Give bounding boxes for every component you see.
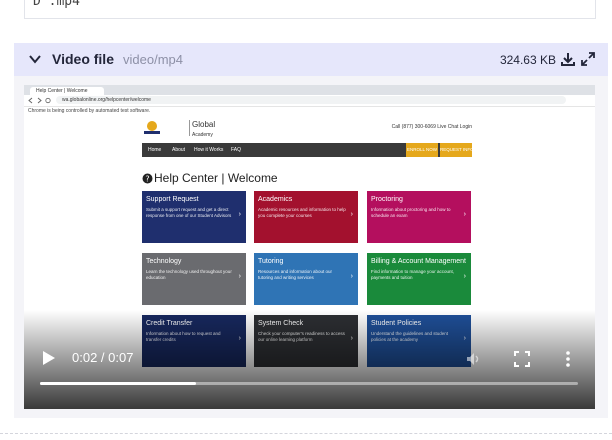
- logo-divider: [189, 120, 190, 136]
- volume-icon[interactable]: [466, 351, 482, 367]
- file-label: Video file: [52, 51, 114, 67]
- academy-logo-icon: [144, 121, 160, 134]
- chevron-right-icon: ›: [238, 335, 241, 342]
- help-tile-title: Proctoring: [371, 196, 403, 203]
- help-tile: Billing & Account Management Find informa…: [367, 253, 471, 305]
- site-nav-item: FAQ: [231, 147, 242, 153]
- help-tile: Tutoring Resources and information about …: [254, 253, 358, 305]
- progress-bar[interactable]: [40, 382, 578, 385]
- play-icon[interactable]: [42, 350, 56, 366]
- question-circle-icon: ?: [142, 173, 153, 184]
- chevron-right-icon: ›: [350, 273, 353, 280]
- automation-notice: Chrome is being controlled by automated …: [28, 108, 151, 114]
- site-nav-item: About: [172, 147, 186, 153]
- help-tile: Technology Learn the technology used thro…: [142, 253, 246, 305]
- logo-text: Global Academy: [192, 120, 215, 140]
- recorded-site: Global Academy Call (877) 300-6069 Live …: [142, 119, 474, 409]
- help-tile: System Check Check your computer's readin…: [254, 315, 358, 367]
- chevron-right-icon: ›: [238, 273, 241, 280]
- help-tile: Credit Transfer Information about how to …: [142, 315, 246, 367]
- time-display: 0:02 / 0:07: [72, 350, 134, 365]
- recorded-browser-tabbar: Help Center | Welcome: [24, 85, 595, 95]
- download-icon[interactable]: [560, 51, 576, 67]
- help-tile-desc: Information about proctoring and how to …: [371, 207, 451, 218]
- help-tile-title: Tutoring: [258, 258, 284, 265]
- logo-sub: Academy: [192, 132, 213, 138]
- help-tile-title: Academics: [258, 196, 293, 203]
- help-tile-desc: Find information to manage your account,…: [371, 269, 455, 280]
- file-header[interactable]: Video file video/mp4 324.63 KB: [14, 43, 608, 76]
- expand-icon[interactable]: [580, 51, 596, 67]
- chevron-right-icon: ›: [238, 211, 241, 218]
- help-tile-title: Technology: [146, 258, 182, 265]
- enroll-button: ENROLL NOW: [406, 143, 438, 157]
- logo-main: Global: [192, 120, 216, 129]
- help-tile-title: Support Request: [146, 196, 199, 203]
- contact-bar: Call (877) 300-6069 Live Chat Login: [391, 124, 472, 130]
- chevron-right-icon: ›: [350, 211, 353, 218]
- help-tile: Academics Academic resources and informat…: [254, 191, 358, 243]
- help-tile-desc: Submit a support request and get a direc…: [146, 207, 232, 218]
- svg-text:?: ?: [145, 174, 149, 183]
- file-mime-type: video/mp4: [123, 52, 183, 67]
- chevron-right-icon: ›: [350, 335, 353, 342]
- video-file-panel: Video file video/mp4 324.63 KB Help Cent…: [14, 43, 608, 418]
- chevron-right-icon: ›: [463, 273, 466, 280]
- help-tile-title: Student Policies: [371, 320, 422, 327]
- browser-nav-icon: [28, 97, 51, 104]
- recorded-browser-tab: Help Center | Welcome: [30, 87, 104, 95]
- help-tile-desc: Understand the guidelines and student po…: [371, 331, 449, 342]
- help-tile-desc: Resources and information about our tuto…: [258, 269, 333, 280]
- help-tile-title: Billing & Account Management: [371, 258, 466, 265]
- more-vertical-icon[interactable]: [564, 350, 572, 368]
- chevron-right-icon: ›: [463, 335, 466, 342]
- help-tile: Proctoring Information about proctoring a…: [367, 191, 471, 243]
- dashed-divider: [0, 433, 612, 434]
- help-tile-title: Credit Transfer: [146, 320, 193, 327]
- video-player[interactable]: Help Center | Welcome wa.globalonline.or…: [24, 85, 595, 409]
- help-tile-desc: Information about how to request and tra…: [146, 331, 221, 342]
- site-nav-item: Home: [148, 147, 162, 153]
- help-tile-desc: Academic resources and information to he…: [258, 207, 346, 218]
- recorded-url-bar: wa.globalonline.org/helpcenter/welcome: [56, 96, 566, 104]
- help-tile-desc: Learn the technology used throughout you…: [146, 269, 232, 280]
- request-info-button: REQUEST INFO: [440, 143, 474, 157]
- recorded-browser-toolbar: wa.globalonline.org/helpcenter/welcome: [24, 95, 595, 107]
- help-tile: Student Policies Understand the guideline…: [367, 315, 471, 367]
- site-nav-item: How it Works: [194, 147, 224, 153]
- previous-file-card: D .mp4: [24, 0, 596, 19]
- previous-file-name: D .mp4: [33, 0, 80, 9]
- chevron-down-icon[interactable]: [28, 52, 42, 66]
- file-size: 324.63 KB: [499, 53, 556, 67]
- help-center-title: Help Center | Welcome: [154, 171, 278, 185]
- site-nav: Home About How it Works FAQ ENROLL NOW R…: [142, 143, 474, 157]
- help-tile: Support Request Submit a support request …: [142, 191, 246, 243]
- help-tile-desc: Check your computer's readiness to acces…: [258, 331, 345, 342]
- fullscreen-icon[interactable]: [514, 351, 530, 367]
- help-tile-title: System Check: [258, 320, 304, 327]
- chevron-right-icon: ›: [463, 211, 466, 218]
- progress-fill: [40, 382, 197, 385]
